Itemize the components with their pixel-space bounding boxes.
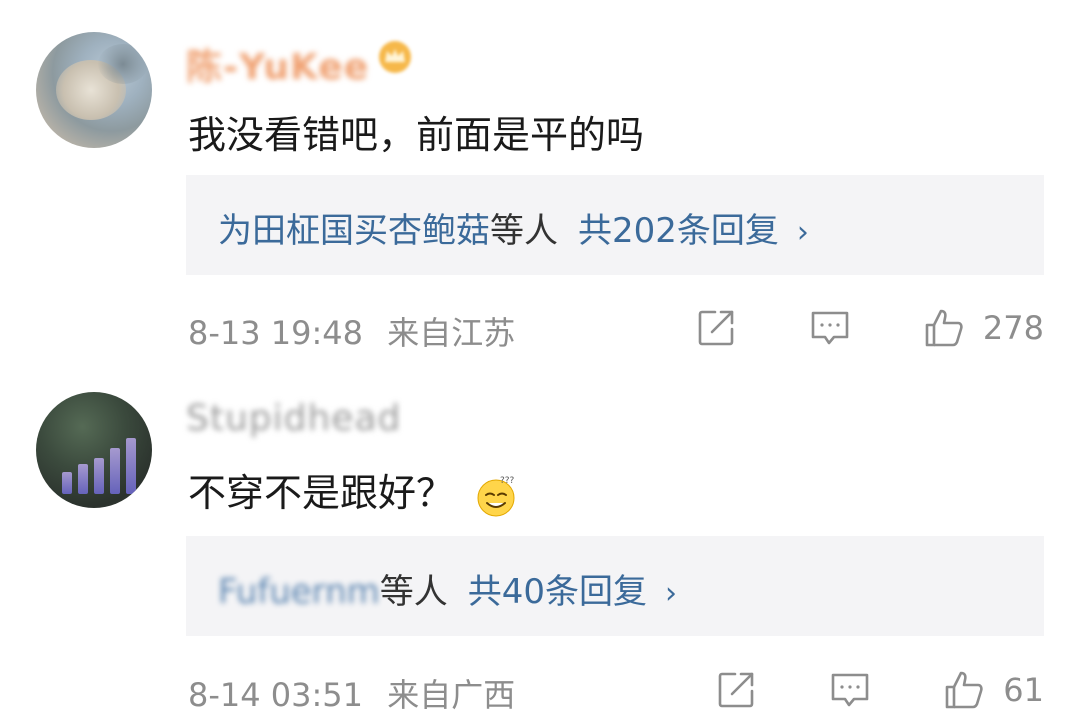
share-icon[interactable] — [695, 307, 737, 349]
crown-icon — [379, 41, 411, 73]
timestamp: 8-13 19:48 — [188, 314, 364, 352]
comment-meta: 8-13 19:48 来自江苏 — [188, 308, 515, 354]
location: 来自江苏 — [387, 314, 516, 352]
username[interactable]: Stupidhead — [186, 398, 401, 439]
svg-text:???: ??? — [500, 476, 515, 486]
comment-icon[interactable] — [829, 669, 871, 711]
replier-suffix: 等人 — [379, 572, 448, 612]
comment-text: 我没看错吧，前面是平的吗 — [188, 113, 645, 157]
replier-name[interactable]: 为田柾国买杏鲍菇 — [218, 211, 490, 251]
avatar[interactable] — [36, 392, 152, 508]
thumbs-up-icon[interactable] — [923, 307, 965, 349]
comment-actions: 61 — [715, 666, 1044, 714]
reply-preview[interactable]: Fufuernm等人 共40条回复 › — [186, 536, 1044, 636]
comment-actions: 278 — [695, 304, 1044, 352]
comment-meta: 8-14 03:51 来自广西 — [188, 670, 515, 716]
chevron-right-icon[interactable]: › — [797, 215, 809, 250]
chevron-right-icon[interactable]: › — [665, 576, 677, 611]
share-icon[interactable] — [715, 669, 757, 711]
like-count: 61 — [1003, 671, 1044, 709]
reply-count[interactable]: 共202条回复 — [578, 211, 779, 251]
replier-name[interactable]: Fufuernm — [218, 572, 380, 612]
timestamp: 8-14 03:51 — [188, 676, 364, 714]
thinking-emoji-icon: ??? — [477, 476, 515, 516]
reply-preview[interactable]: 为田柾国买杏鲍菇等人 共202条回复 › — [186, 175, 1044, 275]
reply-count[interactable]: 共40条回复 — [468, 572, 647, 612]
comment-text: 不穿不是跟好？ ??? — [188, 462, 518, 518]
avatar[interactable] — [36, 32, 152, 148]
replier-suffix: 等人 — [490, 211, 558, 251]
username[interactable]: 陈-YuKee — [186, 38, 369, 90]
thumbs-up-icon[interactable] — [943, 669, 985, 711]
location: 来自广西 — [387, 676, 516, 714]
comment-icon[interactable] — [809, 307, 851, 349]
like-count: 278 — [982, 309, 1044, 347]
